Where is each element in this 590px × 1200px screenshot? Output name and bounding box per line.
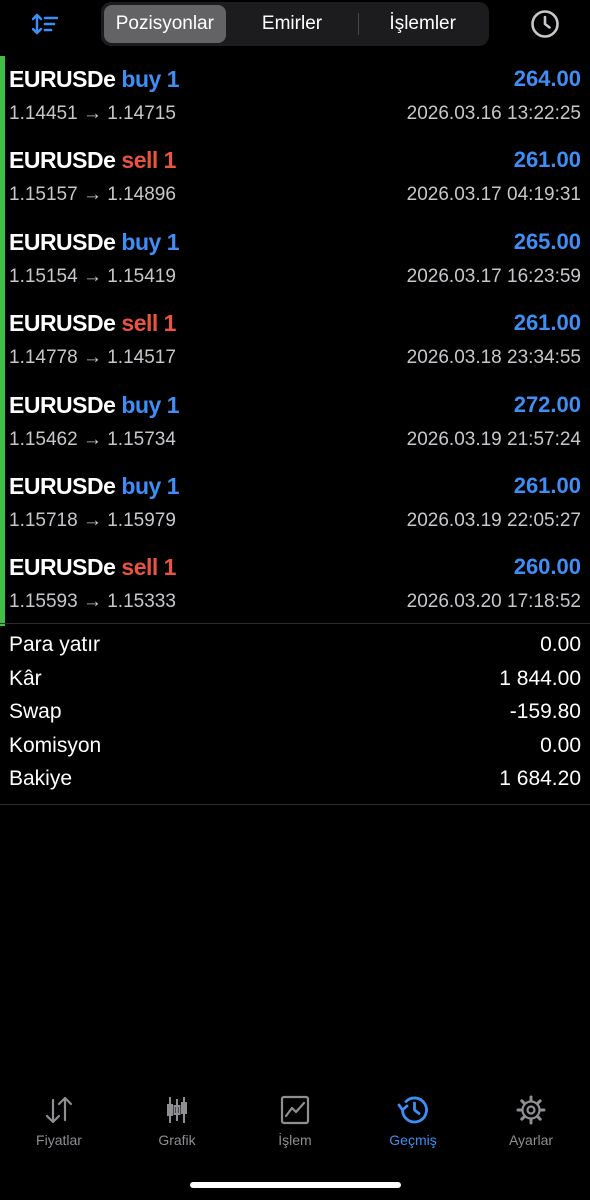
top-bar: Pozisyonlar Emirler İşlemler	[0, 0, 590, 52]
trade-side: buy 1	[121, 472, 179, 499]
trade-profit: 260.00	[513, 554, 581, 580]
tab-ayarlar[interactable]: Ayarlar	[472, 1086, 590, 1156]
tab-gecmis[interactable]: Geçmiş	[354, 1086, 472, 1156]
trade-row[interactable]: EURUSDe buy 1 1.15462 → 1.15734 272.00 20…	[0, 381, 590, 463]
summary-row-deposit: Para yatır 0.00	[0, 629, 590, 663]
trade-side: sell 1	[121, 147, 176, 174]
candlestick-chart-icon	[160, 1093, 194, 1127]
trade-time: 2026.03.17 16:23:59	[406, 265, 581, 287]
trades-list: EURUSDe buy 1 1.14451 → 1.14715 264.00 20…	[0, 56, 590, 626]
trade-title: EURUSDe sell 1	[9, 554, 176, 581]
quotes-arrows-icon	[42, 1093, 76, 1127]
gear-icon	[514, 1093, 548, 1127]
trade-symbol: EURUSDe	[9, 66, 116, 92]
tab-emirler[interactable]: Emirler	[226, 5, 359, 43]
trade-symbol: EURUSDe	[9, 310, 116, 337]
trade-side: buy 1	[121, 228, 179, 255]
trade-prices: 1.14451 → 1.14715	[9, 103, 176, 124]
trade-row[interactable]: EURUSDe sell 1 1.15593 → 1.15333 260.00 2…	[0, 544, 590, 626]
trade-row[interactable]: EURUSDe buy 1 1.14451 → 1.14715 264.00 20…	[0, 56, 590, 138]
sort-arrows-icon	[32, 13, 58, 35]
history-period-button[interactable]	[527, 6, 563, 42]
trade-chart-icon	[278, 1093, 312, 1127]
summary-row-swap: Swap -159.80	[0, 696, 590, 730]
trade-time: 2026.03.19 21:57:24	[406, 428, 581, 450]
trade-row[interactable]: EURUSDe sell 1 1.14778 → 1.14517 261.00 2…	[0, 300, 590, 382]
trade-profit: 261.00	[513, 472, 581, 498]
summary-label: Kâr	[9, 666, 42, 690]
trade-time: 2026.03.19 22:05:27	[406, 509, 581, 531]
trade-time: 2026.03.18 23:34:55	[406, 347, 581, 369]
summary-value: 1 684.20	[499, 767, 581, 791]
trade-profit: 261.00	[513, 147, 581, 173]
tab-islem[interactable]: İşlem	[236, 1086, 354, 1156]
trade-prices: 1.15593 → 1.15333	[9, 591, 176, 613]
summary-label: Bakiye	[9, 767, 73, 791]
trade-time: 2026.03.20 17:18:52	[406, 591, 581, 613]
trade-symbol: EURUSDe	[9, 472, 116, 499]
tab-label: Grafik	[158, 1132, 196, 1148]
summary-value: -159.80	[509, 700, 581, 724]
trade-side: buy 1	[121, 391, 179, 418]
summary-row-commission: Komisyon 0.00	[0, 730, 590, 764]
summary-label: Para yatır	[9, 633, 101, 656]
trade-side: sell 1	[121, 310, 176, 337]
trade-symbol: EURUSDe	[9, 391, 116, 418]
bottom-tab-bar: Fiyatlar Grafik İşlem Geçmiş Ayarlar	[0, 1086, 590, 1156]
trade-prices: 1.15462 → 1.15734	[9, 428, 176, 450]
trade-prices: 1.14778 → 1.14517	[9, 347, 176, 369]
tab-label: İşlem	[278, 1132, 312, 1148]
summary-value: 0.00	[540, 633, 581, 656]
trade-prices: 1.15154 → 1.15419	[9, 265, 176, 287]
trade-title: EURUSDe buy 1	[9, 392, 179, 419]
trade-profit: 265.00	[513, 228, 581, 254]
trade-title: EURUSDe buy 1	[9, 473, 179, 500]
trade-side: buy 1	[121, 66, 179, 92]
trade-profit: 272.00	[513, 391, 581, 417]
summary-label: Swap	[9, 700, 62, 724]
divider	[0, 804, 590, 805]
screen: Pozisyonlar Emirler İşlemler EURUSDe buy …	[0, 0, 590, 1200]
trade-symbol: EURUSDe	[9, 147, 116, 174]
trade-symbol: EURUSDe	[9, 228, 116, 255]
trade-row[interactable]: EURUSDe buy 1 1.15154 → 1.15419 265.00 20…	[0, 218, 590, 301]
tab-fiyatlar[interactable]: Fiyatlar	[0, 1086, 118, 1156]
sort-button[interactable]	[26, 6, 64, 42]
summary-value: 1 844.00	[499, 666, 581, 690]
tab-islemler[interactable]: İşlemler	[359, 5, 486, 43]
trade-row[interactable]: EURUSDe sell 1 1.15157 → 1.14896 261.00 2…	[0, 137, 590, 219]
tab-pozisyonlar[interactable]: Pozisyonlar	[104, 5, 226, 43]
tab-grafik[interactable]: Grafik	[118, 1086, 236, 1156]
tab-label: Geçmiş	[389, 1132, 437, 1148]
tab-label: Fiyatlar	[36, 1132, 82, 1148]
trade-side: sell 1	[121, 554, 176, 581]
segmented-control: Pozisyonlar Emirler İşlemler	[101, 2, 489, 46]
trade-prices: 1.15157 → 1.14896	[9, 184, 176, 206]
clock-icon	[531, 10, 559, 38]
summary: Para yatır 0.00 Kâr 1 844.00 Swap -159.8…	[0, 629, 590, 797]
trade-title: EURUSDe buy 1	[9, 229, 179, 256]
trade-symbol: EURUSDe	[9, 554, 116, 581]
summary-row-balance: Bakiye 1 684.20	[0, 763, 590, 797]
trade-title: EURUSDe sell 1	[9, 310, 176, 337]
trade-row[interactable]: EURUSDe buy 1 1.15718 → 1.15979 261.00 20…	[0, 462, 590, 545]
trade-time: 2026.03.16 13:22:25	[406, 103, 581, 124]
home-indicator[interactable]	[190, 1182, 401, 1188]
summary-value: 0.00	[540, 733, 581, 757]
trade-title: EURUSDe buy 1	[9, 66, 179, 93]
summary-row-profit: Kâr 1 844.00	[0, 663, 590, 697]
tab-label: Ayarlar	[508, 1132, 554, 1148]
trade-prices: 1.15718 → 1.15979	[9, 509, 176, 531]
trade-time: 2026.03.17 04:19:31	[406, 184, 581, 206]
history-icon	[396, 1093, 430, 1127]
trade-title: EURUSDe sell 1	[9, 147, 176, 174]
trade-profit: 264.00	[513, 66, 581, 91]
divider	[0, 623, 590, 624]
summary-label: Komisyon	[9, 733, 102, 757]
trade-profit: 261.00	[513, 310, 581, 336]
